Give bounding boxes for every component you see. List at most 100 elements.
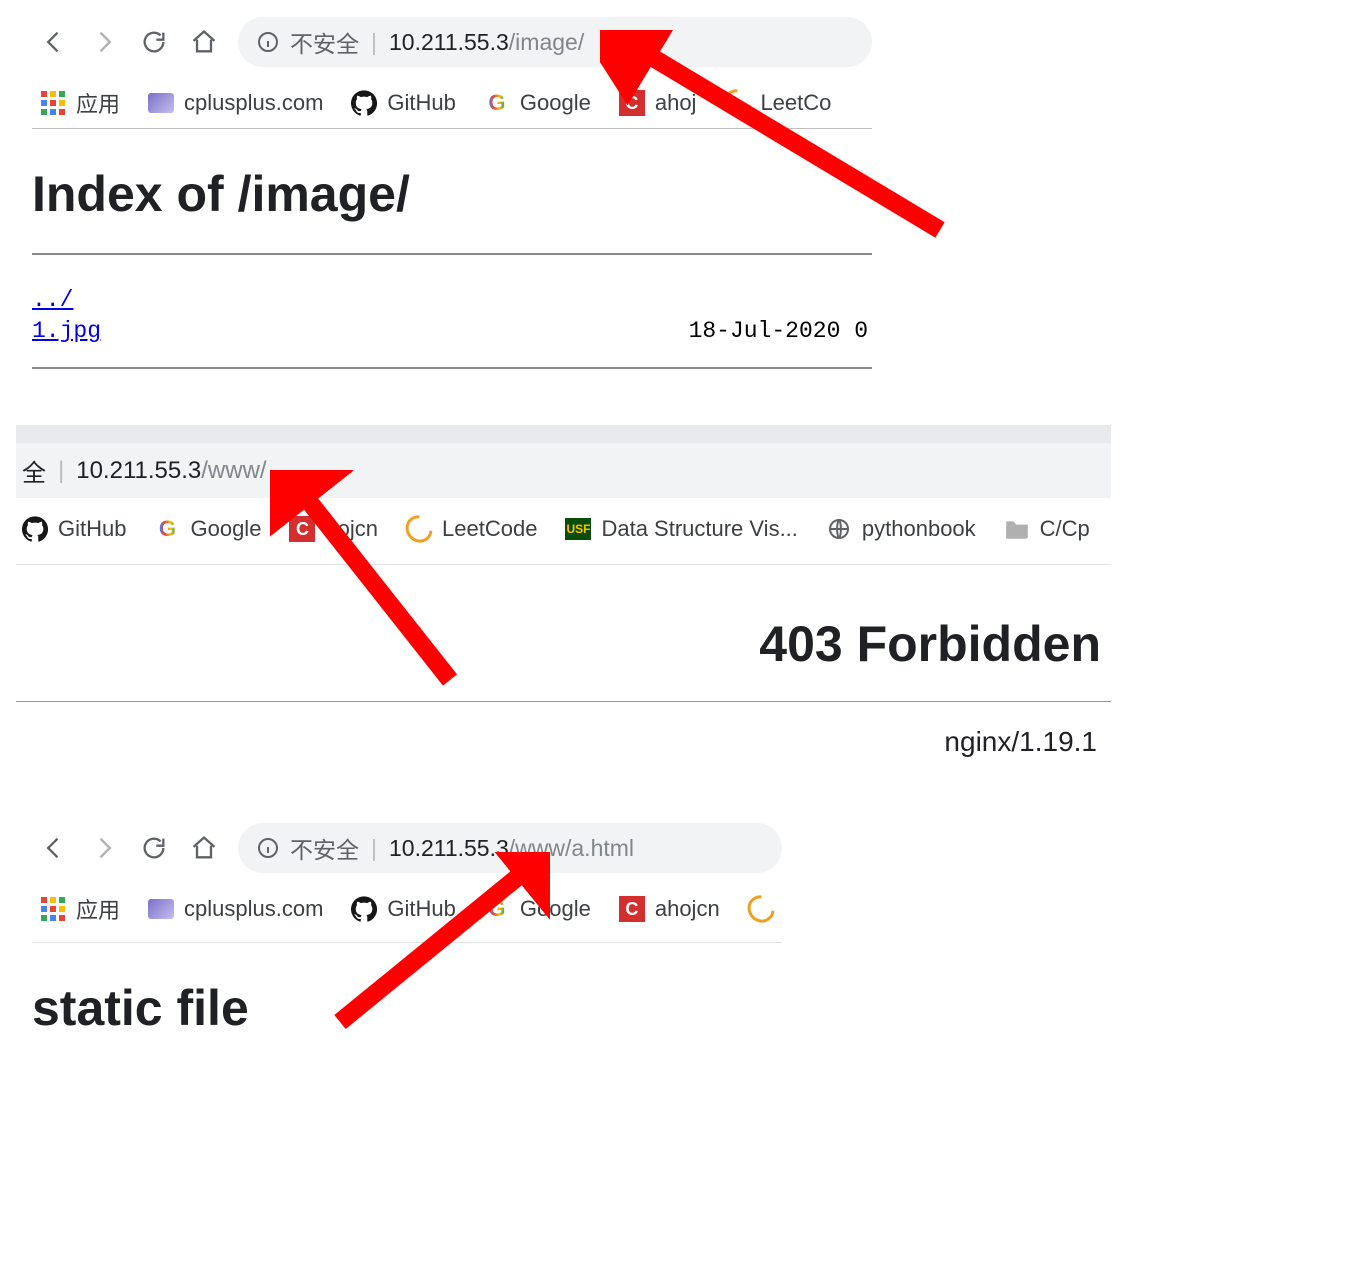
back-button[interactable] [32,826,76,870]
url-host: 10.211.55.3 [76,457,201,485]
url-path: /image/ [509,29,584,56]
parent-dir-link[interactable]: ../ [32,285,101,316]
back-button[interactable] [32,20,76,64]
reload-button[interactable] [132,20,176,64]
bookmarks-bar: 应用 cplusplus.com GitHub G Google C ahojc… [32,884,782,943]
forward-button[interactable] [82,826,126,870]
bookmark-pythonbook[interactable]: pythonbook [826,516,976,542]
reload-button[interactable] [132,826,176,870]
server-signature: nginx/1.19.1 [16,726,1097,758]
bookmark-dsv[interactable]: USF Data Structure Vis... [565,516,797,542]
screenshot-3: 不安全 | 10.211.55.3/www/a.html 应用 cplusplu… [32,818,782,1037]
forward-button[interactable] [82,20,126,64]
separator: | [371,29,377,56]
github-icon [351,90,377,116]
page-heading: static file [32,979,782,1037]
bookmark-cplusplus[interactable]: cplusplus.com [148,896,323,922]
url-host: 10.211.55.3 [389,29,509,56]
address-bar[interactable]: 不安全 | 10.211.55.3/www/a.html [238,823,782,873]
bookmark-github[interactable]: GitHub [351,896,455,922]
url-path: /www/a.html [509,835,634,862]
page-content: Index of /image/ ../ 1.jpg 18-Jul-2020 0 [32,129,872,369]
address-bar[interactable]: 全 | 10.211.55.3/www/ [16,443,1111,498]
page-heading: 403 Forbidden [16,615,1101,673]
bookmark-google-label: Google [520,90,591,116]
security-label: 不安全 [290,831,359,865]
home-button[interactable] [182,20,226,64]
tab-strip [16,425,1111,443]
browser-toolbar: 不安全 | 10.211.55.3/image/ [32,12,872,72]
heading-divider [16,701,1111,702]
leetcode-icon [406,516,432,542]
bookmark-apps-label: 应用 [76,893,120,925]
github-icon [22,516,48,542]
site-info-icon[interactable] [256,836,280,860]
screenshot-2: 全 | 10.211.55.3/www/ GitHub G Google C h… [16,425,1111,758]
leetcode-icon [724,90,750,116]
bookmark-leetcode[interactable]: LeetCode [406,516,537,542]
bookmark-google[interactable]: G Google [484,896,591,922]
bookmark-github[interactable]: GitHub [351,90,455,116]
bookmark-google[interactable]: G Google [154,516,261,542]
apps-icon [40,90,66,116]
bookmarks-bar: 应用 cplusplus.com GitHub G Google C ahoj [32,78,872,128]
bookmark-apps-label: 应用 [76,87,120,119]
separator: | [371,835,377,862]
bookmarks-bar: GitHub G Google C hojcn LeetCode USF Dat… [16,504,1111,565]
ahojcn-icon: C [619,896,645,922]
bookmark-google-label: Google [190,516,261,542]
bookmark-ahojcn-label: ahojcn [655,896,720,922]
bookmark-ahojcn[interactable]: C ahojcn [619,896,720,922]
bookmark-cplusplus-label: cplusplus.com [184,896,323,922]
site-info-icon[interactable] [256,30,280,54]
bookmark-ahojcn[interactable]: C ahoj [619,90,697,116]
cplusplus-icon [148,896,174,922]
bookmark-cplusplus-label: cplusplus.com [184,90,323,116]
globe-icon [826,516,852,542]
file-link[interactable]: 1.jpg [32,316,101,347]
bookmark-pythonbook-label: pythonbook [862,516,976,542]
heading-divider [32,253,872,255]
url-path: /www/ [201,457,266,485]
bookmark-google-label: Google [520,896,591,922]
bookmark-github[interactable]: GitHub [22,516,126,542]
bookmark-ccpp-folder[interactable]: C/Cp [1004,516,1090,542]
bookmark-ahojcn-label: hojcn [325,516,378,542]
bookmark-apps[interactable]: 应用 [40,893,120,925]
bookmark-ahojcn[interactable]: C hojcn [289,516,378,542]
security-label-fragment: 全 [22,453,46,488]
cplusplus-icon [148,90,174,116]
google-icon: G [154,516,180,542]
bookmark-ccpp-label: C/Cp [1040,516,1090,542]
page-heading: Index of /image/ [32,165,872,223]
home-button[interactable] [182,826,226,870]
bookmark-google[interactable]: G Google [484,90,591,116]
listing-divider [32,367,872,369]
usf-icon: USF [565,516,591,542]
browser-toolbar: 不安全 | 10.211.55.3/www/a.html [32,818,782,878]
bookmark-github-label: GitHub [387,90,455,116]
screenshot-1: 不安全 | 10.211.55.3/image/ 应用 cplusplus.co… [32,12,872,369]
address-bar[interactable]: 不安全 | 10.211.55.3/image/ [238,17,872,67]
directory-listing: ../ 1.jpg 18-Jul-2020 0 [32,285,872,347]
bookmark-dsv-label: Data Structure Vis... [601,516,797,542]
page-content: 403 Forbidden nginx/1.19.1 [16,565,1111,758]
bookmark-cplusplus[interactable]: cplusplus.com [148,90,323,116]
bookmark-ahojcn-label: ahoj [655,90,697,116]
google-icon: G [484,90,510,116]
github-icon [351,896,377,922]
bookmark-leetcode[interactable]: LeetCo [724,90,831,116]
google-icon: G [484,896,510,922]
apps-icon [40,896,66,922]
folder-icon [1004,516,1030,542]
url-host: 10.211.55.3 [389,835,509,862]
ahojcn-icon: C [289,516,315,542]
security-label: 不安全 [290,25,359,59]
bookmark-github-label: GitHub [387,896,455,922]
bookmark-leetcode-label: LeetCo [760,90,831,116]
bookmark-leetcode-label: LeetCode [442,516,537,542]
bookmark-apps[interactable]: 应用 [40,87,120,119]
file-date: 18-Jul-2020 0 [689,316,868,347]
separator: | [58,457,64,485]
bookmark-leetcode[interactable]: C [748,896,782,922]
